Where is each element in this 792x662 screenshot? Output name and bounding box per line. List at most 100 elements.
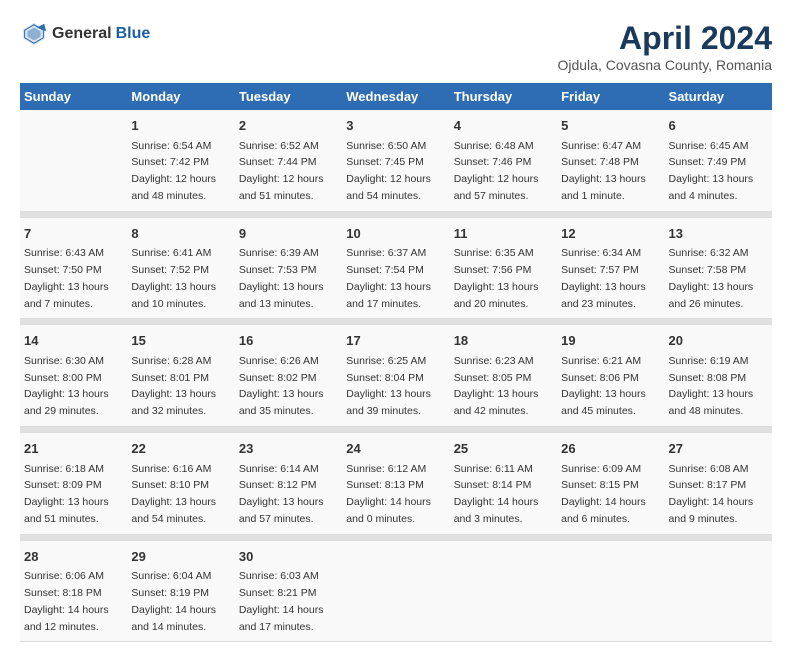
calendar-cell-w2-d4: 10Sunrise: 6:37 AMSunset: 7:54 PMDayligh… bbox=[342, 217, 449, 319]
calendar-cell-w3-d6: 19Sunrise: 6:21 AMSunset: 8:06 PMDayligh… bbox=[557, 325, 664, 427]
day-number: 21 bbox=[24, 439, 123, 459]
day-number: 23 bbox=[239, 439, 338, 459]
calendar-cell-w3-d4: 17Sunrise: 6:25 AMSunset: 8:04 PMDayligh… bbox=[342, 325, 449, 427]
logo: General Blue bbox=[20, 20, 150, 48]
page-title: April 2024 bbox=[557, 20, 772, 57]
calendar-cell-w5-d3: 30Sunrise: 6:03 AMSunset: 8:21 PMDayligh… bbox=[235, 540, 342, 642]
day-info: Sunrise: 6:28 AMSunset: 8:01 PMDaylight:… bbox=[131, 353, 230, 420]
calendar-cell-w2-d6: 12Sunrise: 6:34 AMSunset: 7:57 PMDayligh… bbox=[557, 217, 664, 319]
calendar-cell-w4-d5: 25Sunrise: 6:11 AMSunset: 8:14 PMDayligh… bbox=[450, 433, 557, 535]
calendar-cell-w2-d5: 11Sunrise: 6:35 AMSunset: 7:56 PMDayligh… bbox=[450, 217, 557, 319]
calendar-cell-w4-d6: 26Sunrise: 6:09 AMSunset: 8:15 PMDayligh… bbox=[557, 433, 664, 535]
calendar-table: SundayMondayTuesdayWednesdayThursdayFrid… bbox=[20, 83, 772, 642]
header-friday: Friday bbox=[557, 83, 664, 110]
day-number: 12 bbox=[561, 224, 660, 244]
day-number: 24 bbox=[346, 439, 445, 459]
calendar-cell-w3-d1: 14Sunrise: 6:30 AMSunset: 8:00 PMDayligh… bbox=[20, 325, 127, 427]
day-info: Sunrise: 6:03 AMSunset: 8:21 PMDaylight:… bbox=[239, 568, 338, 635]
calendar-cell-w3-d2: 15Sunrise: 6:28 AMSunset: 8:01 PMDayligh… bbox=[127, 325, 234, 427]
logo-blue-text: Blue bbox=[116, 25, 151, 43]
calendar-cell-w3-d7: 20Sunrise: 6:19 AMSunset: 8:08 PMDayligh… bbox=[665, 325, 772, 427]
day-info: Sunrise: 6:32 AMSunset: 7:58 PMDaylight:… bbox=[669, 245, 768, 312]
calendar-cell-w2-d1: 7Sunrise: 6:43 AMSunset: 7:50 PMDaylight… bbox=[20, 217, 127, 319]
week-row-2: 7Sunrise: 6:43 AMSunset: 7:50 PMDaylight… bbox=[20, 217, 772, 319]
day-info: Sunrise: 6:45 AMSunset: 7:49 PMDaylight:… bbox=[669, 138, 768, 205]
day-number: 7 bbox=[24, 224, 123, 244]
day-number: 18 bbox=[454, 331, 553, 351]
day-info: Sunrise: 6:34 AMSunset: 7:57 PMDaylight:… bbox=[561, 245, 660, 312]
page-header: General Blue April 2024 Ojdula, Covasna … bbox=[20, 20, 772, 73]
calendar-cell-w1-d2: 1Sunrise: 6:54 AMSunset: 7:42 PMDaylight… bbox=[127, 110, 234, 211]
logo-inner: General Blue bbox=[20, 20, 150, 48]
day-info: Sunrise: 6:11 AMSunset: 8:14 PMDaylight:… bbox=[454, 461, 553, 528]
day-number: 14 bbox=[24, 331, 123, 351]
header-monday: Monday bbox=[127, 83, 234, 110]
day-number: 25 bbox=[454, 439, 553, 459]
day-info: Sunrise: 6:06 AMSunset: 8:18 PMDaylight:… bbox=[24, 568, 123, 635]
week-row-5: 28Sunrise: 6:06 AMSunset: 8:18 PMDayligh… bbox=[20, 540, 772, 642]
calendar-cell-w3-d3: 16Sunrise: 6:26 AMSunset: 8:02 PMDayligh… bbox=[235, 325, 342, 427]
header-saturday: Saturday bbox=[665, 83, 772, 110]
header-thursday: Thursday bbox=[450, 83, 557, 110]
day-info: Sunrise: 6:47 AMSunset: 7:48 PMDaylight:… bbox=[561, 138, 660, 205]
title-area: April 2024 Ojdula, Covasna County, Roman… bbox=[557, 20, 772, 73]
day-info: Sunrise: 6:08 AMSunset: 8:17 PMDaylight:… bbox=[669, 461, 768, 528]
calendar-cell-w2-d2: 8Sunrise: 6:41 AMSunset: 7:52 PMDaylight… bbox=[127, 217, 234, 319]
logo-general-text: General bbox=[52, 25, 112, 43]
calendar-cell-w4-d4: 24Sunrise: 6:12 AMSunset: 8:13 PMDayligh… bbox=[342, 433, 449, 535]
day-info: Sunrise: 6:09 AMSunset: 8:15 PMDaylight:… bbox=[561, 461, 660, 528]
calendar-cell-w5-d5 bbox=[450, 540, 557, 642]
day-info: Sunrise: 6:41 AMSunset: 7:52 PMDaylight:… bbox=[131, 245, 230, 312]
day-info: Sunrise: 6:12 AMSunset: 8:13 PMDaylight:… bbox=[346, 461, 445, 528]
day-number: 9 bbox=[239, 224, 338, 244]
calendar-cell-w5-d2: 29Sunrise: 6:04 AMSunset: 8:19 PMDayligh… bbox=[127, 540, 234, 642]
calendar-cell-w2-d3: 9Sunrise: 6:39 AMSunset: 7:53 PMDaylight… bbox=[235, 217, 342, 319]
day-info: Sunrise: 6:50 AMSunset: 7:45 PMDaylight:… bbox=[346, 138, 445, 205]
calendar-cell-w4-d3: 23Sunrise: 6:14 AMSunset: 8:12 PMDayligh… bbox=[235, 433, 342, 535]
week-row-1: 1Sunrise: 6:54 AMSunset: 7:42 PMDaylight… bbox=[20, 110, 772, 211]
day-info: Sunrise: 6:23 AMSunset: 8:05 PMDaylight:… bbox=[454, 353, 553, 420]
day-number: 22 bbox=[131, 439, 230, 459]
calendar-cell-w4-d7: 27Sunrise: 6:08 AMSunset: 8:17 PMDayligh… bbox=[665, 433, 772, 535]
day-number: 5 bbox=[561, 116, 660, 136]
header-sunday: Sunday bbox=[20, 83, 127, 110]
day-number: 29 bbox=[131, 547, 230, 567]
calendar-cell-w4-d2: 22Sunrise: 6:16 AMSunset: 8:10 PMDayligh… bbox=[127, 433, 234, 535]
weekday-header-row: SundayMondayTuesdayWednesdayThursdayFrid… bbox=[20, 83, 772, 110]
day-number: 8 bbox=[131, 224, 230, 244]
day-number: 10 bbox=[346, 224, 445, 244]
day-info: Sunrise: 6:43 AMSunset: 7:50 PMDaylight:… bbox=[24, 245, 123, 312]
day-number: 19 bbox=[561, 331, 660, 351]
day-number: 2 bbox=[239, 116, 338, 136]
calendar-cell-w4-d1: 21Sunrise: 6:18 AMSunset: 8:09 PMDayligh… bbox=[20, 433, 127, 535]
day-info: Sunrise: 6:19 AMSunset: 8:08 PMDaylight:… bbox=[669, 353, 768, 420]
week-row-3: 14Sunrise: 6:30 AMSunset: 8:00 PMDayligh… bbox=[20, 325, 772, 427]
page-subtitle: Ojdula, Covasna County, Romania bbox=[557, 57, 772, 73]
calendar-cell-w3-d5: 18Sunrise: 6:23 AMSunset: 8:05 PMDayligh… bbox=[450, 325, 557, 427]
day-info: Sunrise: 6:48 AMSunset: 7:46 PMDaylight:… bbox=[454, 138, 553, 205]
day-number: 6 bbox=[669, 116, 768, 136]
day-info: Sunrise: 6:54 AMSunset: 7:42 PMDaylight:… bbox=[131, 138, 230, 205]
calendar-cell-w1-d1 bbox=[20, 110, 127, 211]
day-number: 13 bbox=[669, 224, 768, 244]
day-number: 17 bbox=[346, 331, 445, 351]
calendar-cell-w5-d4 bbox=[342, 540, 449, 642]
calendar-cell-w1-d5: 4Sunrise: 6:48 AMSunset: 7:46 PMDaylight… bbox=[450, 110, 557, 211]
logo-icon bbox=[20, 20, 48, 48]
day-info: Sunrise: 6:26 AMSunset: 8:02 PMDaylight:… bbox=[239, 353, 338, 420]
header-tuesday: Tuesday bbox=[235, 83, 342, 110]
day-number: 4 bbox=[454, 116, 553, 136]
day-number: 16 bbox=[239, 331, 338, 351]
calendar-cell-w5-d7 bbox=[665, 540, 772, 642]
calendar-cell-w1-d4: 3Sunrise: 6:50 AMSunset: 7:45 PMDaylight… bbox=[342, 110, 449, 211]
calendar-cell-w1-d6: 5Sunrise: 6:47 AMSunset: 7:48 PMDaylight… bbox=[557, 110, 664, 211]
header-wednesday: Wednesday bbox=[342, 83, 449, 110]
day-number: 1 bbox=[131, 116, 230, 136]
day-number: 26 bbox=[561, 439, 660, 459]
calendar-cell-w1-d7: 6Sunrise: 6:45 AMSunset: 7:49 PMDaylight… bbox=[665, 110, 772, 211]
calendar-cell-w2-d7: 13Sunrise: 6:32 AMSunset: 7:58 PMDayligh… bbox=[665, 217, 772, 319]
day-number: 11 bbox=[454, 224, 553, 244]
day-number: 30 bbox=[239, 547, 338, 567]
day-info: Sunrise: 6:52 AMSunset: 7:44 PMDaylight:… bbox=[239, 138, 338, 205]
week-row-4: 21Sunrise: 6:18 AMSunset: 8:09 PMDayligh… bbox=[20, 433, 772, 535]
